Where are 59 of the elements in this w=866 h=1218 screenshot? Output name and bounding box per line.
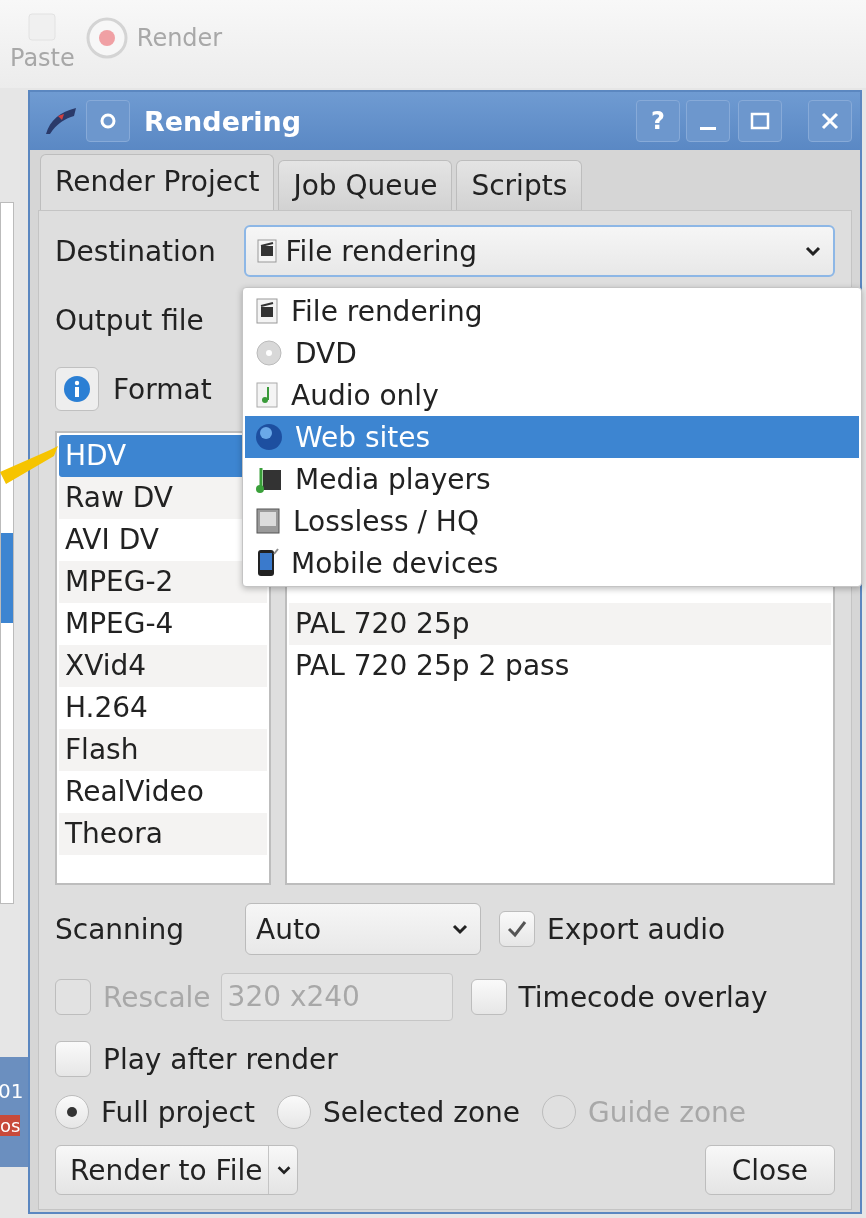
preset-item[interactable]: PAL 720 25p 2 pass [289, 645, 831, 687]
format-item[interactable]: H.264 [59, 687, 267, 729]
music-note-icon [255, 381, 279, 409]
record-icon [84, 16, 129, 60]
globe-icon [255, 423, 283, 451]
format-item[interactable]: RealVideo [59, 771, 267, 813]
chevron-down-icon [803, 244, 823, 258]
maximize-icon [749, 110, 771, 132]
chevron-down-icon [450, 922, 470, 936]
window-title: Rendering [144, 105, 302, 137]
menu-item[interactable]: Web sites [245, 416, 859, 458]
minimize-button[interactable] [686, 100, 730, 142]
format-item[interactable]: MPEG-4 [59, 603, 267, 645]
maximize-button[interactable] [738, 100, 782, 142]
info-button[interactable] [55, 367, 99, 411]
format-label: Format [113, 372, 212, 406]
clapperboard-icon [255, 297, 279, 325]
checkbox[interactable] [499, 911, 535, 947]
scanning-dropdown[interactable]: Auto [245, 903, 481, 955]
zone-label: Selected zone [322, 1095, 521, 1129]
clapperboard-icon [255, 238, 278, 264]
checkbox-label: Timecode overlay [518, 980, 768, 1014]
checkbox[interactable] [55, 1041, 91, 1077]
tab[interactable]: Scripts [456, 160, 583, 210]
minimize-icon [700, 126, 716, 130]
close-icon [819, 110, 841, 132]
format-item[interactable]: Flash [59, 729, 267, 771]
tab[interactable]: Render Project [40, 154, 275, 210]
render-to-file-button[interactable]: Render to File [55, 1145, 299, 1195]
output-file-label: Output file [55, 303, 205, 337]
menu-item[interactable]: Audio only [245, 374, 859, 416]
format-item[interactable]: MPEG-2 [59, 561, 267, 603]
menu-item[interactable]: File rendering [245, 290, 859, 332]
format-item[interactable]: Theora [59, 813, 267, 855]
mobile-phone-icon [255, 548, 279, 578]
scanning-label: Scanning [55, 912, 186, 946]
pin-button[interactable] [86, 100, 130, 142]
checkbox[interactable] [470, 979, 507, 1015]
tab[interactable]: Job Queue [278, 160, 453, 210]
close-dialog-button[interactable]: Close [704, 1145, 835, 1195]
hard-drive-icon [255, 507, 281, 535]
feather-icon [44, 106, 78, 136]
preset-item[interactable]: PAL 720 25p [289, 603, 831, 645]
info-icon [63, 375, 91, 403]
close-button[interactable] [808, 100, 852, 142]
radio-button[interactable] [276, 1095, 311, 1129]
checkbox-label: Play after render [103, 1042, 338, 1076]
format-item[interactable]: XVid4 [59, 645, 267, 687]
pointer-arrow [0, 444, 58, 484]
checkbox-label: Export audio [547, 912, 726, 946]
destination-dropdown[interactable]: File rendering [243, 225, 835, 277]
disc-icon [255, 339, 283, 367]
clip-label: os [0, 1115, 21, 1136]
menu-item[interactable]: DVD [245, 332, 859, 374]
zone-label: Full project [101, 1095, 255, 1129]
clip-number: 01 [0, 1079, 25, 1103]
destination-label: Destination [55, 234, 217, 268]
radio-button[interactable] [55, 1095, 89, 1129]
circle-icon [98, 111, 118, 131]
